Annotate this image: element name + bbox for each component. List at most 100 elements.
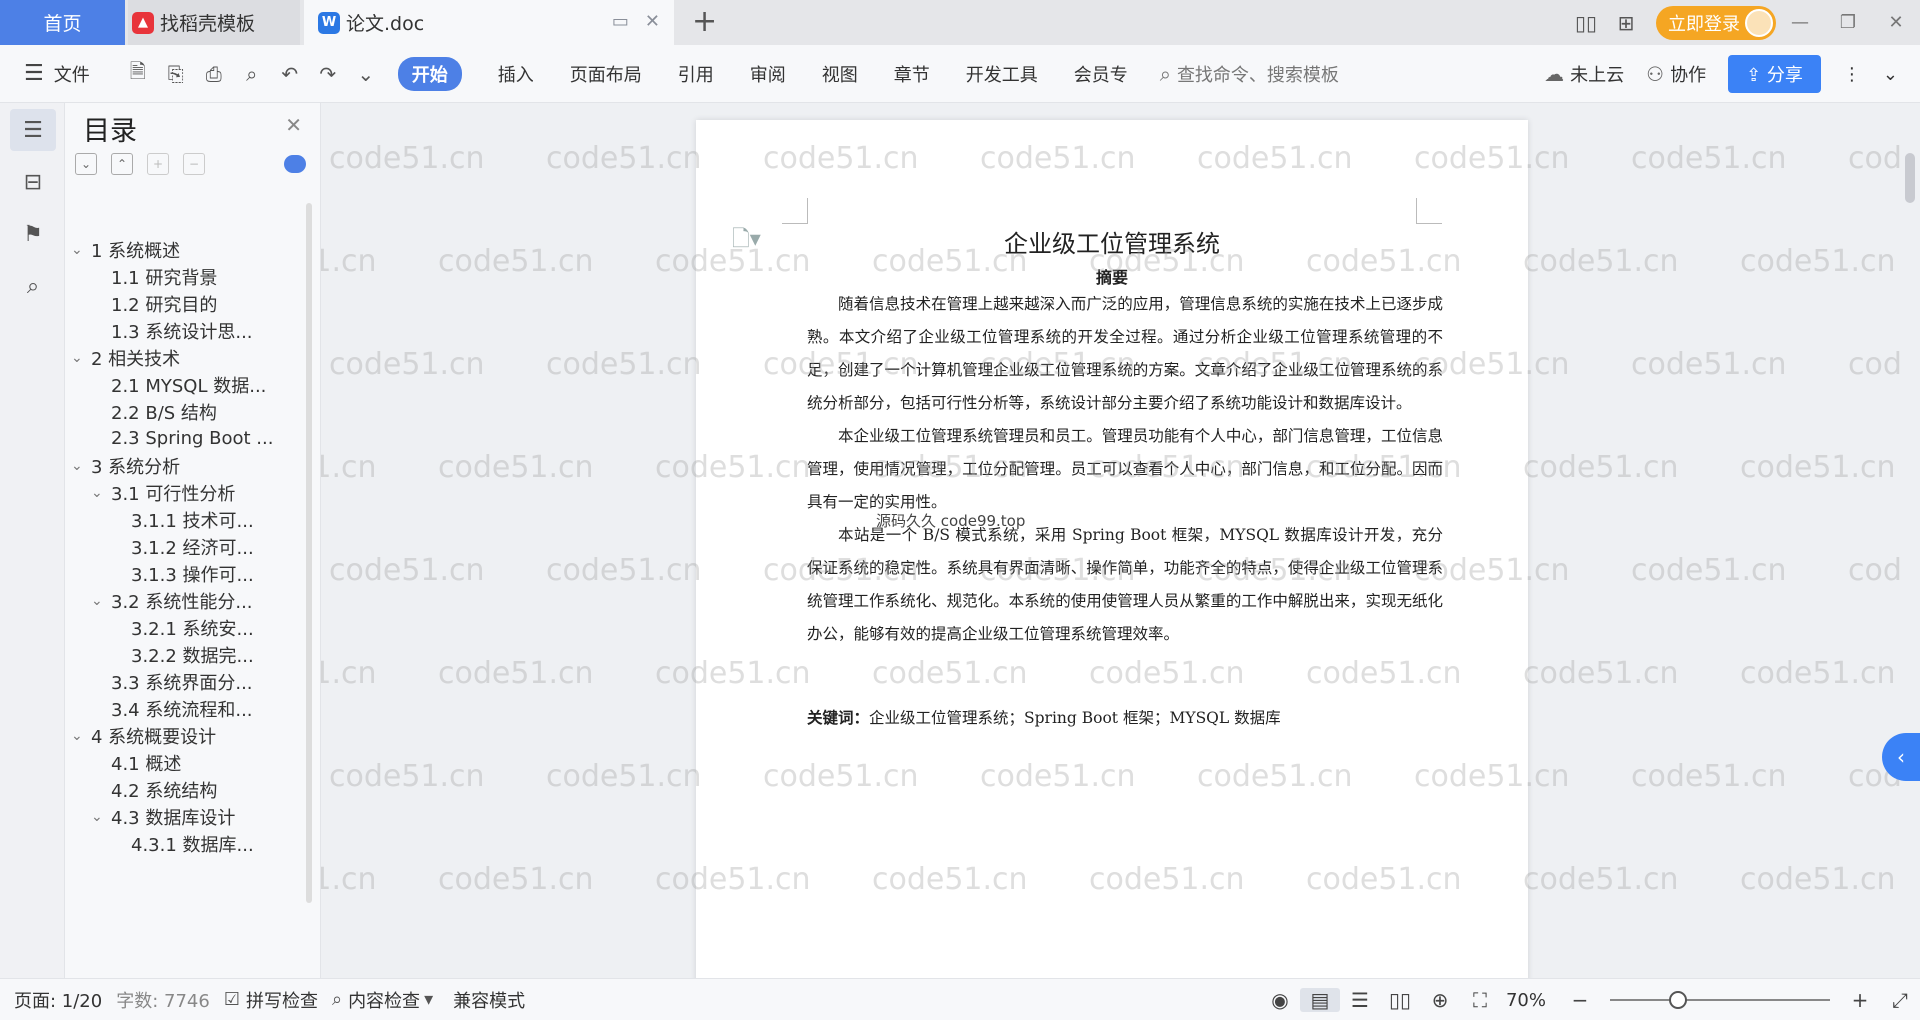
outline-item-label: 3.3 系统界面分... xyxy=(111,672,253,694)
file-menu[interactable]: ☰ 文件 xyxy=(24,61,90,87)
expand-all-icon[interactable]: ⌄ xyxy=(75,153,97,175)
tab-template[interactable]: ▲ 找稻壳模板 xyxy=(128,0,300,45)
tab-chapter[interactable]: 章节 xyxy=(894,61,930,87)
read-view-icon[interactable]: ▯▯ xyxy=(1380,988,1420,1012)
document-body: 随着信息技术在管理上越来越深入而广泛的应用，管理信息系统的实施在技术上已逐步成熟… xyxy=(807,288,1443,651)
tab-document-label: 论文.doc xyxy=(346,13,425,35)
redo-icon[interactable]: ↷ xyxy=(316,62,340,86)
status-bar: 页面: 1/20 字数: 7746 ☑ 拼写检查 ⌕ 内容检查 ▾ 兼容模式 ◉ ▤ … xyxy=(0,978,1920,1020)
watermark-text: code51.cn xyxy=(438,244,594,279)
keywords-value: 企业级工位管理系统；Spring Boot 框架；MYSQL 数据库 xyxy=(869,709,1281,727)
tab-insert[interactable]: 插入 xyxy=(498,61,534,87)
screen-icon[interactable]: ▭ xyxy=(612,11,629,32)
word-count[interactable]: 字数: 7746 xyxy=(116,987,210,1013)
content-check-button[interactable]: ⌕ 内容检查 ▾ xyxy=(332,987,439,1013)
cloud-status[interactable]: ☁ 未上云 xyxy=(1544,61,1624,87)
collapse-all-icon[interactable]: ⌃ xyxy=(111,153,133,175)
chevron-down-icon[interactable]: ⌄ xyxy=(71,350,91,366)
layout-icon[interactable]: ▯▯ xyxy=(1566,11,1606,35)
inspect-icon: ⌕ xyxy=(331,989,343,1010)
web-view-icon[interactable]: ⊕ xyxy=(1420,988,1460,1012)
search-icon: ⌕ xyxy=(1159,61,1171,86)
print-preview-icon[interactable]: ⌕ xyxy=(240,62,264,86)
collaborate-button[interactable]: ⚇ 协作 xyxy=(1646,61,1706,87)
document-area: 🗋▾ 企业级工位管理系统 摘要 随着信息技术在管理上越来越深入而广泛的应用，管理… xyxy=(321,103,1900,978)
export-pdf-icon[interactable]: ⎘ xyxy=(164,62,188,86)
undo-icon[interactable]: ↶ xyxy=(278,62,302,86)
apps-grid-icon[interactable]: ⊞ xyxy=(1606,11,1646,35)
keywords-line: 关键词：企业级工位管理系统；Spring Boot 框架；MYSQL 数据库 xyxy=(807,706,1281,728)
demote-icon[interactable]: − xyxy=(183,153,205,175)
fit-page-icon[interactable]: ⛶ xyxy=(1460,988,1500,1012)
watermark-text: code51.cn xyxy=(546,141,702,176)
chevron-down-icon[interactable]: ⌄ xyxy=(91,485,111,501)
document-page[interactable]: 🗋▾ 企业级工位管理系统 摘要 随着信息技术在管理上越来越深入而广泛的应用，管理… xyxy=(696,120,1528,978)
add-tab-button[interactable]: + xyxy=(692,4,717,39)
command-search[interactable]: ⌕ 查找命令、搜索模板 xyxy=(1160,61,1339,87)
watermark-text: code51.cn xyxy=(1740,450,1896,485)
tab-member[interactable]: 会员专 xyxy=(1074,61,1128,87)
tab-view[interactable]: 视图 xyxy=(822,61,858,87)
document-subtitle: 摘要 xyxy=(1095,268,1128,287)
print-icon[interactable]: ⎙ xyxy=(202,62,226,86)
restore-icon[interactable]: ❐ xyxy=(1824,12,1872,33)
tab-developer[interactable]: 开发工具 xyxy=(966,61,1038,87)
share-button[interactable]: ⇪ 分享 xyxy=(1728,55,1821,93)
outline-item-label: 2.2 B/S 结构 xyxy=(111,402,217,424)
close-icon[interactable]: ✕ xyxy=(285,113,302,137)
paragraph: 本站是一个 B/S 模式系统，采用 Spring Boot 框架，MYSQL 数… xyxy=(807,526,1443,643)
outline-item-label: 1.1 研究背景 xyxy=(111,267,218,289)
page-view-icon[interactable]: ▤ xyxy=(1299,988,1340,1012)
fullscreen-icon[interactable]: ⤢ xyxy=(1880,988,1920,1012)
tab-references[interactable]: 引用 xyxy=(678,61,714,87)
outline-item-label: 1 系统概述 xyxy=(91,240,181,262)
tab-document[interactable]: W 论文.doc ▭ ✕ xyxy=(304,0,674,45)
outline-toggle-icon[interactable] xyxy=(284,155,306,173)
login-button[interactable]: 立即登录 xyxy=(1656,5,1776,40)
spell-check-button[interactable]: ☑ 拼写检查 xyxy=(224,987,318,1013)
outline-item-label: 4.2 系统结构 xyxy=(111,780,218,802)
bookmark-icon[interactable]: ⚑ xyxy=(10,213,56,255)
vertical-scrollbar[interactable] xyxy=(1900,103,1920,978)
watermark-text: code51.cn xyxy=(1848,347,1900,382)
zoom-out-icon[interactable]: − xyxy=(1560,988,1600,1012)
zoom-knob[interactable] xyxy=(1669,991,1687,1009)
chevron-down-icon[interactable]: ⌄ xyxy=(71,458,91,474)
collaborate-label: 协作 xyxy=(1670,65,1707,86)
outline-item[interactable]: 4.3.1 数据库... xyxy=(111,827,254,860)
zoom-slider[interactable] xyxy=(1610,991,1830,1009)
chevron-down-icon[interactable]: ⌄ xyxy=(71,728,91,744)
watermark-text: code51.cn xyxy=(1523,656,1679,691)
tab-page-layout[interactable]: 页面布局 xyxy=(570,61,642,87)
scroll-thumb[interactable] xyxy=(1905,153,1915,203)
customize-chevron-icon[interactable]: ⌄ xyxy=(354,62,378,86)
more-icon[interactable]: ⋮ xyxy=(1843,64,1861,85)
minimize-icon[interactable]: — xyxy=(1776,12,1824,33)
outline-item-label: 4 系统概要设计 xyxy=(91,726,217,748)
page-indicator[interactable]: 页面: 1/20 xyxy=(14,987,102,1013)
close-tab-icon[interactable]: ✕ xyxy=(645,11,660,32)
tab-home[interactable]: 首页 xyxy=(0,0,125,45)
tab-home-ribbon[interactable]: 开始 xyxy=(397,56,462,91)
watermark-text: code51.cn xyxy=(1848,141,1900,176)
share-label: 分享 xyxy=(1766,65,1803,86)
save-icon[interactable]: 🗎 xyxy=(126,57,150,91)
tab-review[interactable]: 审阅 xyxy=(750,61,786,87)
chevron-down-icon[interactable]: ⌄ xyxy=(71,242,91,258)
outline-item-label: 3.1.1 技术可... xyxy=(131,510,254,532)
watermark-text: code51.cn xyxy=(438,450,594,485)
chevron-down-icon[interactable]: ⌄ xyxy=(91,809,111,825)
outline-icon[interactable]: ☰ xyxy=(10,109,56,151)
zoom-in-icon[interactable]: + xyxy=(1840,988,1880,1012)
outline-scrollbar[interactable] xyxy=(306,203,312,903)
file-label: 文件 xyxy=(53,64,90,86)
collapse-ribbon-icon[interactable]: ⌄ xyxy=(1883,64,1898,85)
close-window-icon[interactable]: ✕ xyxy=(1872,12,1920,33)
section-nav-icon[interactable]: ⊟ xyxy=(10,161,56,203)
find-icon[interactable]: ⌕ xyxy=(10,265,56,307)
promote-icon[interactable]: + xyxy=(147,153,169,175)
eye-protect-icon[interactable]: ◉ xyxy=(1260,988,1300,1012)
zoom-value[interactable]: 70% xyxy=(1506,990,1546,1011)
chevron-down-icon[interactable]: ⌄ xyxy=(91,593,111,609)
outline-view-icon[interactable]: ☰ xyxy=(1340,988,1380,1012)
